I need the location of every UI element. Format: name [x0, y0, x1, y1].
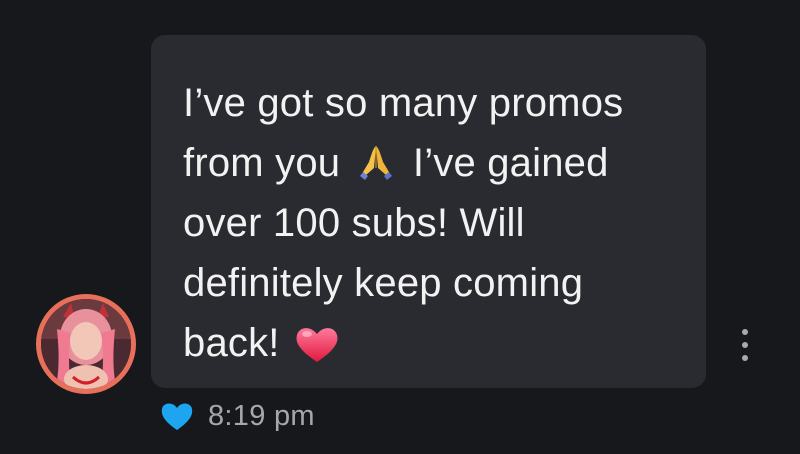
message-text: I’ve got so many promos from you I’ve ga… — [183, 73, 663, 373]
message-line: definitely keep coming — [183, 261, 584, 305]
more-dot — [742, 329, 748, 335]
message-line: back! — [183, 321, 280, 365]
message-meta: 8:19 pm — [160, 398, 315, 434]
message-line: I’ve gained — [412, 141, 609, 185]
heart-icon — [295, 321, 339, 362]
message-line: over 100 subs! Will — [183, 201, 525, 245]
blue-heart-icon[interactable] — [160, 400, 194, 432]
message-line: from you — [183, 141, 341, 185]
folded-hands-icon — [356, 139, 396, 180]
message-bubble[interactable]: I’ve got so many promos from you I’ve ga… — [151, 35, 706, 388]
more-options-button[interactable] — [734, 329, 756, 361]
message-row: I’ve got so many promos from you I’ve ga… — [0, 0, 800, 454]
more-dot — [742, 355, 748, 361]
timestamp: 8:19 pm — [208, 399, 315, 432]
more-dot — [742, 342, 748, 348]
avatar[interactable] — [36, 294, 136, 394]
message-line: I’ve got so many promos — [183, 81, 624, 125]
avatar-photo — [41, 299, 131, 389]
